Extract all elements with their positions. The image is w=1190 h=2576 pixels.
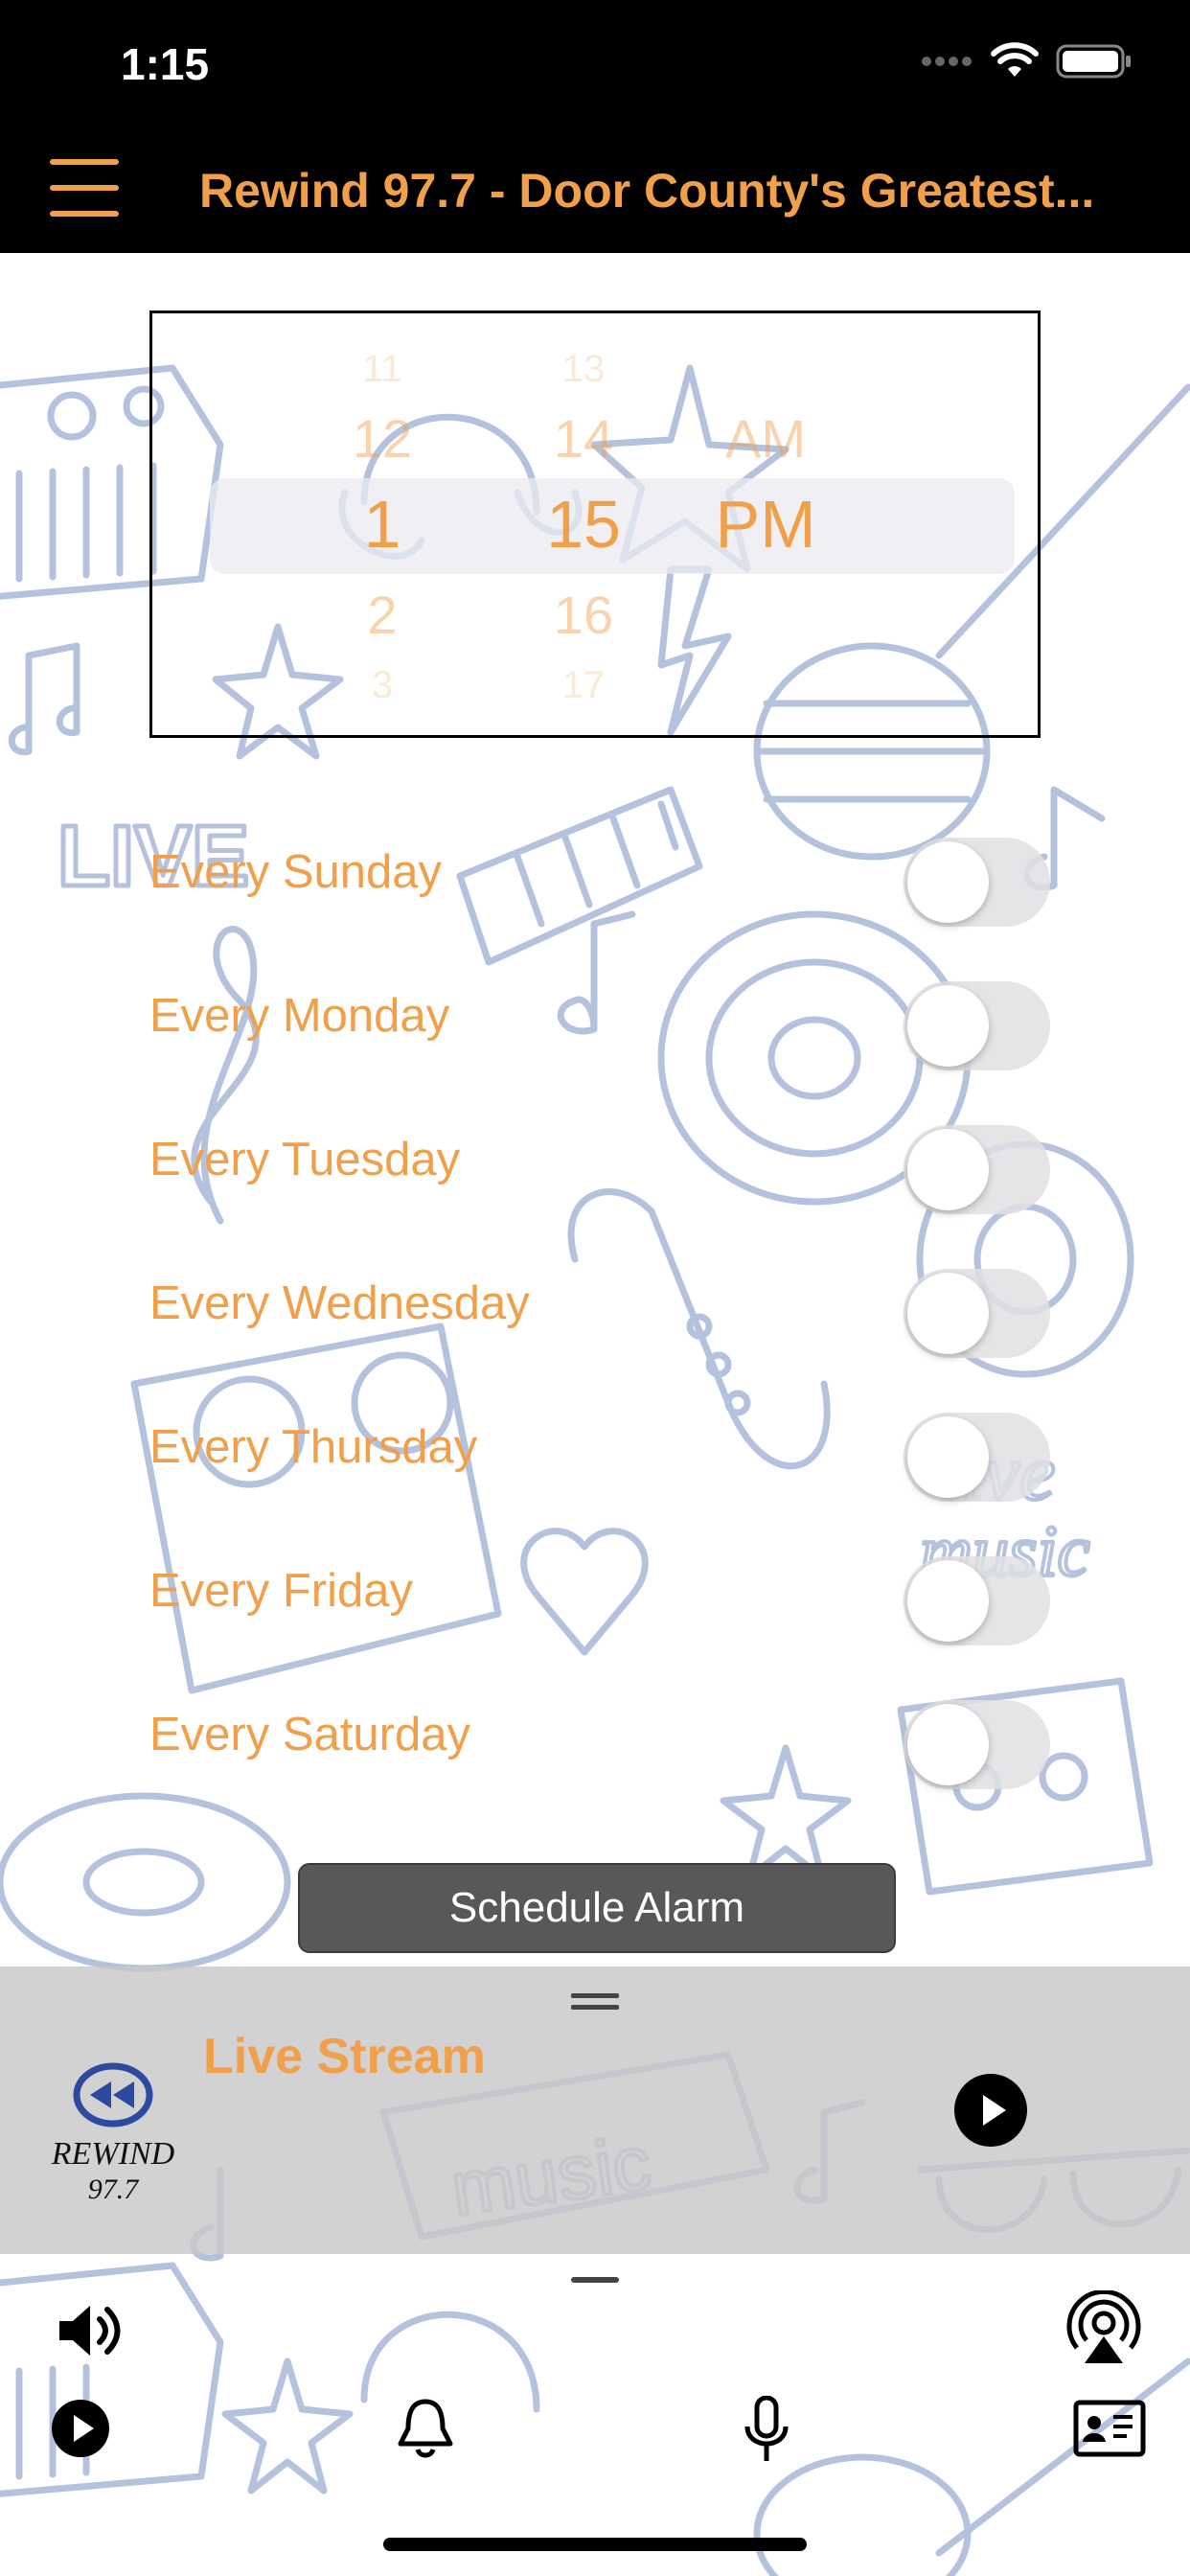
status-time: 1:15 <box>121 39 210 89</box>
nav-title: Rewind 97.7 - Door County's Greatest... <box>199 164 1095 218</box>
minute-selected[interactable]: 15 <box>516 486 651 563</box>
wifi-icon <box>991 42 1039 77</box>
battery-icon <box>1056 44 1131 79</box>
toggle-knob <box>907 1704 989 1785</box>
minute-option[interactable]: 13 <box>516 348 651 391</box>
day-label: Every Friday <box>149 1565 414 1617</box>
signal-dots-icon <box>922 57 972 66</box>
meridiem-selected[interactable]: PM <box>689 486 842 563</box>
day-row-monday: Every Monday <box>149 968 1050 1070</box>
sunday-toggle[interactable] <box>904 838 1050 927</box>
day-label: Every Tuesday <box>149 1134 461 1185</box>
day-label: Every Saturday <box>149 1709 470 1760</box>
hour-option[interactable]: 12 <box>325 407 440 470</box>
play-icon[interactable] <box>50 2398 111 2459</box>
thursday-toggle[interactable] <box>904 1413 1050 1502</box>
day-row-sunday: Every Sunday <box>149 824 1050 927</box>
day-row-tuesday: Every Tuesday <box>149 1112 1050 1214</box>
minute-option[interactable]: 17 <box>516 664 651 707</box>
minute-option[interactable]: 14 <box>516 407 651 470</box>
hour-selected[interactable]: 1 <box>325 486 440 563</box>
saturday-toggle[interactable] <box>904 1700 1050 1789</box>
status-bar: 1:15 <box>0 0 1190 126</box>
microphone-icon[interactable] <box>742 2396 791 2463</box>
stream-title: Live Stream <box>203 2029 486 2084</box>
day-row-saturday: Every Saturday <box>149 1687 1050 1789</box>
hour-option[interactable]: 3 <box>325 664 440 707</box>
monday-toggle[interactable] <box>904 981 1050 1070</box>
toggle-knob <box>907 1129 989 1210</box>
friday-toggle[interactable] <box>904 1556 1050 1645</box>
airplay-icon[interactable] <box>1065 2290 1142 2367</box>
play-icon[interactable] <box>952 2072 1029 2149</box>
toggle-knob <box>907 1273 989 1354</box>
day-row-wednesday: Every Wednesday <box>149 1255 1050 1358</box>
player-grab-handle[interactable] <box>571 1993 619 2012</box>
schedule-alarm-button[interactable]: Schedule Alarm <box>298 1863 896 1953</box>
toggle-knob <box>907 1416 989 1498</box>
day-row-friday: Every Friday <box>149 1543 1050 1645</box>
time-picker[interactable]: 11 12 1 2 3 13 14 15 16 17 AM PM <box>149 310 1041 738</box>
toggle-knob <box>907 985 989 1067</box>
menu-icon[interactable] <box>50 159 119 220</box>
tuesday-toggle[interactable] <box>904 1125 1050 1214</box>
hour-column[interactable]: 11 12 1 2 3 <box>325 313 440 735</box>
meridiem-column[interactable]: AM PM <box>689 313 842 735</box>
day-row-thursday: Every Thursday <box>149 1399 1050 1502</box>
toggle-knob <box>907 841 989 923</box>
logo-word: REWIND <box>51 2136 175 2172</box>
status-icons <box>920 42 1133 80</box>
meridiem-option[interactable]: AM <box>689 407 842 470</box>
day-label: Every Thursday <box>149 1421 478 1473</box>
mini-player[interactable]: REWIND 97.7 Live Stream <box>0 1966 1190 2254</box>
home-indicator[interactable] <box>383 2538 807 2551</box>
station-logo: REWIND 97.7 <box>51 2062 175 2205</box>
toggle-knob <box>907 1560 989 1642</box>
hour-option[interactable]: 2 <box>325 584 440 646</box>
minute-column[interactable]: 13 14 15 16 17 <box>516 313 651 735</box>
day-label: Every Monday <box>149 990 450 1042</box>
day-label: Every Sunday <box>149 846 443 898</box>
minute-option[interactable]: 16 <box>516 584 651 646</box>
logo-frequency: 97.7 <box>88 2174 141 2205</box>
nav-bar: Rewind 97.7 - Door County's Greatest... <box>0 126 1190 253</box>
day-label: Every Wednesday <box>149 1277 530 1329</box>
hour-option[interactable]: 11 <box>325 348 440 391</box>
volume-icon[interactable] <box>54 2294 126 2367</box>
contact-card-icon[interactable] <box>1073 2400 1146 2457</box>
bell-icon[interactable] <box>397 2398 454 2459</box>
drawer-handle[interactable] <box>571 2277 619 2283</box>
wednesday-toggle[interactable] <box>904 1269 1050 1358</box>
